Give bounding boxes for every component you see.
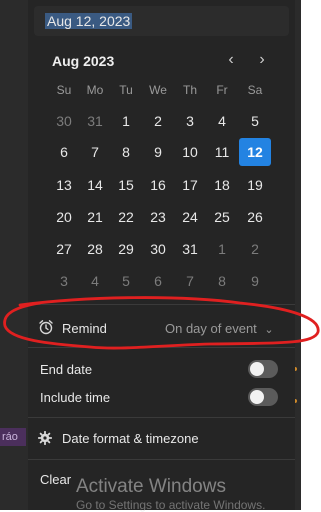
background-right-margin xyxy=(301,0,321,510)
calendar-day[interactable]: 15 xyxy=(110,171,142,199)
alarm-clock-icon xyxy=(38,319,54,335)
calendar-day[interactable]: 9 xyxy=(142,138,174,166)
remind-label[interactable]: Remind xyxy=(62,321,107,336)
divider xyxy=(28,304,295,305)
calendar-day[interactable]: 8 xyxy=(110,138,142,166)
remind-value: On day of event xyxy=(165,321,257,336)
calendar-day[interactable]: 19 xyxy=(239,171,271,199)
weekday-label: Sa xyxy=(247,83,263,97)
edge-tag: ráo xyxy=(0,428,26,446)
chevron-right-icon[interactable]: › xyxy=(254,51,270,69)
calendar-day[interactable]: 4 xyxy=(206,107,238,135)
remind-value-dropdown[interactable]: On day of event ⌄ xyxy=(165,321,274,336)
calendar-day[interactable]: 26 xyxy=(239,203,271,231)
calendar-day[interactable]: 21 xyxy=(79,203,111,231)
calendar-day[interactable]: 24 xyxy=(174,203,206,231)
include-time-toggle[interactable] xyxy=(248,388,278,406)
activate-windows-watermark: Activate Windows xyxy=(76,476,226,497)
calendar-day[interactable]: 22 xyxy=(110,203,142,231)
month-title: Aug 2023 xyxy=(52,53,115,69)
calendar-day[interactable]: 17 xyxy=(174,171,206,199)
divider xyxy=(28,417,295,418)
gear-icon xyxy=(37,430,53,446)
weekday-label: Mo xyxy=(86,83,104,97)
calendar-day[interactable]: 5 xyxy=(239,107,271,135)
calendar-day[interactable]: 8 xyxy=(206,267,238,295)
calendar-day[interactable]: 3 xyxy=(48,267,80,295)
end-date-label: End date xyxy=(40,362,93,377)
calendar-day[interactable]: 27 xyxy=(48,235,80,263)
calendar-day[interactable]: 3 xyxy=(174,107,206,135)
calendar-day[interactable]: 28 xyxy=(79,235,111,263)
calendar-day[interactable]: 7 xyxy=(79,138,111,166)
calendar-day-selected[interactable]: 12 xyxy=(239,138,271,166)
calendar-day[interactable]: 10 xyxy=(174,138,206,166)
calendar-day[interactable]: 2 xyxy=(142,107,174,135)
date-format-timezone-item[interactable]: Date format & timezone xyxy=(62,431,199,446)
chevron-left-icon[interactable]: ‹ xyxy=(223,51,239,69)
calendar-day[interactable]: 13 xyxy=(48,171,80,199)
calendar-day[interactable]: 31 xyxy=(79,107,111,135)
weekday-label: Th xyxy=(182,83,197,97)
weekday-label: Tu xyxy=(119,83,133,97)
divider xyxy=(28,459,295,460)
calendar-day[interactable]: 30 xyxy=(48,107,80,135)
calendar-day[interactable]: 2 xyxy=(239,235,271,263)
end-date-toggle[interactable] xyxy=(248,360,278,378)
calendar-day[interactable]: 20 xyxy=(48,203,80,231)
include-time-label: Include time xyxy=(40,390,111,405)
calendar-day[interactable]: 6 xyxy=(142,267,174,295)
weekday-label: Su xyxy=(56,83,72,97)
date-input-value[interactable]: Aug 12, 2023 xyxy=(45,13,133,29)
weekday-label: We xyxy=(149,83,167,97)
calendar-day[interactable]: 29 xyxy=(110,235,142,263)
clear-button[interactable]: Clear xyxy=(40,472,71,487)
calendar-day[interactable]: 30 xyxy=(142,235,174,263)
calendar-day[interactable]: 5 xyxy=(110,267,142,295)
calendar-day[interactable]: 25 xyxy=(206,203,238,231)
calendar-day[interactable]: 16 xyxy=(142,171,174,199)
chevron-down-icon: ⌄ xyxy=(264,324,274,336)
date-picker-panel: Aug 12, 2023 Aug 2023 ‹ › Su Mo Tu We Th Fr Sa… xyxy=(28,0,295,510)
calendar-day[interactable]: 23 xyxy=(142,203,174,231)
calendar-day[interactable]: 11 xyxy=(206,138,238,166)
calendar-day[interactable]: 18 xyxy=(206,171,238,199)
divider xyxy=(28,347,295,348)
calendar-day[interactable]: 1 xyxy=(206,235,238,263)
date-input[interactable]: Aug 12, 2023 xyxy=(34,6,289,36)
calendar-day[interactable]: 9 xyxy=(239,267,271,295)
calendar-day[interactable]: 31 xyxy=(174,235,206,263)
calendar-day[interactable]: 1 xyxy=(110,107,142,135)
calendar-day[interactable]: 14 xyxy=(79,171,111,199)
calendar-day[interactable]: 4 xyxy=(79,267,111,295)
calendar-day[interactable]: 7 xyxy=(174,267,206,295)
calendar-day[interactable]: 6 xyxy=(48,138,80,166)
weekday-label: Fr xyxy=(216,83,228,97)
